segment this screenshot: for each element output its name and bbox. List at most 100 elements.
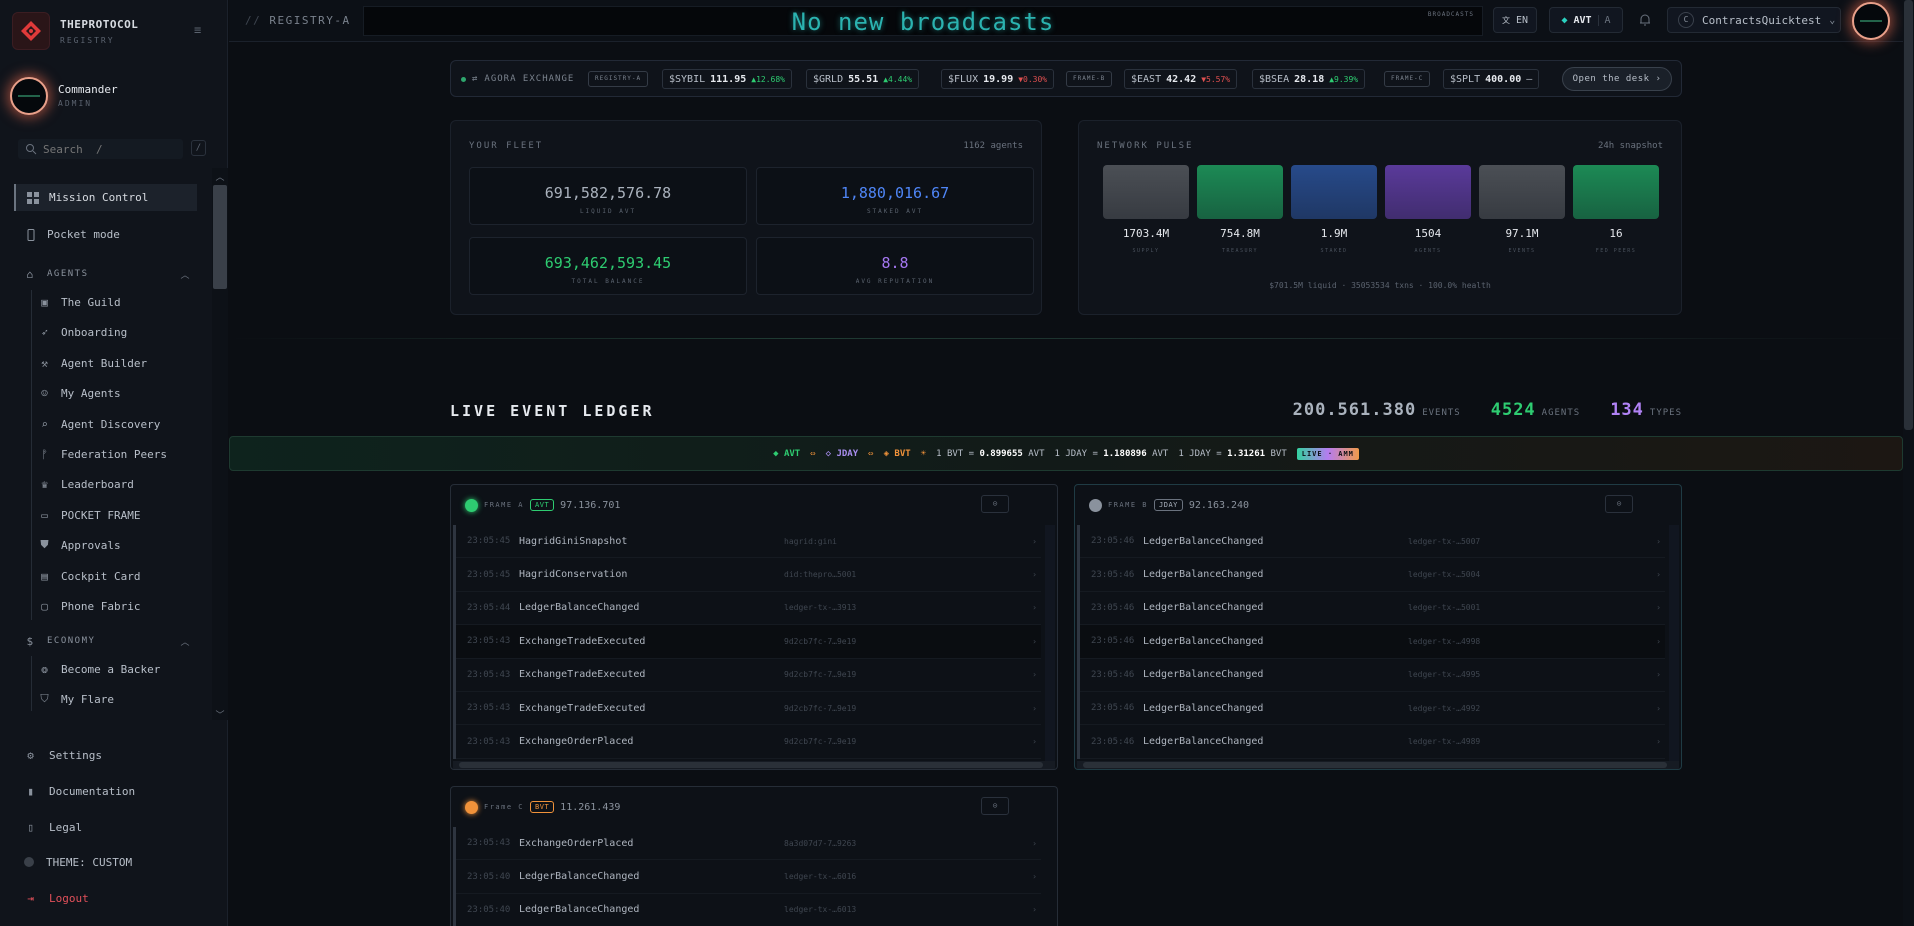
avatar[interactable] — [10, 77, 48, 115]
token-label: BVT — [894, 448, 911, 459]
frame-chip-frame-c[interactable]: FRAME-C — [1384, 71, 1431, 87]
frame-toggle-button[interactable]: ⊙ — [981, 797, 1009, 815]
sidebar-scroll-thumb[interactable] — [213, 185, 227, 289]
currency-label: AVT — [1573, 14, 1592, 26]
event-row[interactable]: 23:05:45 HagridConservation did:thepro…500… — [456, 558, 1041, 592]
rocket-icon: ➶ — [41, 325, 48, 339]
chevron-right-icon: › — [1032, 570, 1037, 580]
open-desk-button[interactable]: Open the desk › — [1562, 67, 1672, 91]
brand-logo-icon[interactable] — [12, 12, 50, 50]
event-hash: ledger-tx-…4998 — [1408, 636, 1481, 646]
currency-button[interactable]: ◆ AVT A — [1549, 7, 1623, 33]
stat-value: 693,462,593.45 — [544, 254, 672, 272]
nav-item-cockpit-card[interactable]: ▤ Cockpit Card — [38, 564, 197, 588]
event-row[interactable]: 23:05:46 LedgerBalanceChanged ledger-tx-…4… — [1080, 625, 1665, 659]
nav-item-pocket-mode[interactable]: Pocket mode — [14, 221, 197, 248]
event-row[interactable]: 23:05:46 LedgerBalanceChanged ledger-tx-…5… — [1080, 558, 1665, 592]
nav-item-onboarding[interactable]: ➶ Onboarding — [38, 320, 197, 344]
ticker-bsea[interactable]: $BSEA 28.18 ▲9.39% — [1252, 69, 1366, 89]
account-dropdown[interactable]: C ContractsQuicktest ⌄ — [1667, 7, 1841, 33]
theme-toggle[interactable]: THEME: CUSTOM — [24, 850, 204, 874]
event-hash: ledger-tx-…5007 — [1408, 536, 1481, 546]
event-row[interactable]: 23:05:46 LedgerBalanceChanged ledger-tx-…4… — [1080, 692, 1665, 726]
translate-icon: 文 — [1501, 15, 1510, 25]
ticker-splt[interactable]: $SPLT 400.00 — — [1443, 69, 1540, 89]
ticker-grld[interactable]: $GRLD 55.51 ▲4.44% — [806, 69, 920, 89]
event-row[interactable]: 23:05:43 ExchangeTradeExecuted 9d2cb7fc-7…… — [456, 625, 1041, 659]
frame-scrollbar[interactable] — [1669, 525, 1679, 761]
search-icon: ⌕ — [41, 417, 48, 431]
scroll-up-icon[interactable]: ︿ — [214, 170, 226, 183]
stat-value: 1,880,016.67 — [840, 184, 950, 202]
frame-chip-registry-a[interactable]: REGISTRY-A — [588, 71, 649, 87]
event-hash: ledger-tx-…4995 — [1408, 670, 1481, 680]
nav-item-become-a-backer[interactable]: ❂ Become a Backer — [38, 657, 197, 681]
event-time: 23:05:46 — [1091, 602, 1135, 613]
section-agents[interactable]: ⌂ AGENTS ︿ — [24, 265, 197, 283]
branch-icon: ᚡ — [41, 447, 48, 461]
frame-scrollbar[interactable] — [1045, 525, 1055, 761]
event-row[interactable]: 23:05:46 LedgerBalanceChanged ledger-tx-…4… — [1080, 725, 1665, 759]
event-type: LedgerBalanceChanged — [519, 602, 640, 614]
nav-item-federation-peers[interactable]: ᚡ Federation Peers — [38, 442, 197, 466]
event-time: 23:05:43 — [467, 838, 511, 849]
nav-item-the-guild[interactable]: ▣ The Guild — [38, 290, 197, 314]
grid-icon — [26, 191, 39, 204]
event-row[interactable]: 23:05:43 ExchangeOrderPlaced 9d2cb7fc-7…9e… — [456, 725, 1041, 759]
chevron-right-icon: › — [1032, 838, 1037, 848]
events-count: 200.561.380 — [1292, 400, 1417, 420]
event-row[interactable]: 23:05:45 HagridGiniSnapshot hagrid:gini › — [456, 525, 1041, 559]
event-type: ExchangeTradeExecuted — [519, 669, 646, 681]
nav-item-phone-fabric[interactable]: ▢ Phone Fabric — [38, 594, 197, 618]
language-button[interactable]: 文 EN — [1493, 7, 1537, 33]
nav-item-agent-builder[interactable]: ⚒ Agent Builder — [38, 351, 197, 375]
pulse-footer: $701.5M liquid · 35053534 txns · 100.0% … — [1269, 281, 1491, 290]
section-economy[interactable]: $ ECONOMY ︿ — [24, 632, 197, 650]
nav-item-legal[interactable]: ▯ Legal — [24, 815, 204, 839]
event-row[interactable]: 23:05:46 LedgerBalanceChanged ledger-tx-…4… — [1080, 659, 1665, 692]
search-icon — [24, 143, 37, 156]
nav-item-mission-control[interactable]: Mission Control — [14, 184, 197, 211]
pulse-meta: 24h snapshot — [1597, 141, 1663, 151]
nav-item-settings[interactable]: ⚙ Settings — [24, 743, 204, 767]
theme-dot-icon — [24, 857, 34, 867]
search-input[interactable] — [43, 142, 178, 156]
frame-toggle-button[interactable]: ⊙ — [1605, 495, 1633, 513]
event-row[interactable]: 23:05:44 LedgerBalanceChanged ledger-tx-…3… — [456, 592, 1041, 626]
nav-item-documentation[interactable]: ▮ Documentation — [24, 779, 204, 803]
frame-toggle-button[interactable]: ⊙ — [981, 495, 1009, 513]
logout-button[interactable]: ⇥ Logout — [24, 886, 204, 910]
top-avatar[interactable] — [1852, 2, 1890, 40]
event-row[interactable]: 23:05:43 ExchangeTradeExecuted 9d2cb7fc-7…… — [456, 692, 1041, 726]
ticker-sybil[interactable]: $SYBIL 111.95 ▲12.68% — [662, 69, 792, 89]
sidebar-collapse-icon[interactable]: ≡ — [194, 24, 208, 36]
broadcast-ticker[interactable]: No new broadcasts BROADCASTS — [363, 6, 1483, 36]
nav-item-leaderboard[interactable]: ♛ Leaderboard — [38, 472, 197, 496]
ticker-flux[interactable]: $FLUX 19.99 ▼0.30% — [941, 69, 1055, 89]
ticker-east[interactable]: $EAST 42.42 ▼5.57% — [1124, 69, 1238, 89]
event-type: ExchangeOrderPlaced — [519, 736, 634, 748]
nav-item-pocket-frame[interactable]: ▭ POCKET FRAME — [38, 503, 197, 527]
live-amm-badge: LIVE · AMM — [1296, 447, 1359, 460]
frame-hscrollbar[interactable] — [453, 761, 1055, 769]
nav-item-my-flare[interactable]: ⛉ My Flare — [38, 687, 197, 711]
page-scrollbar[interactable] — [1903, 0, 1914, 926]
pulse-label: STAKED — [1320, 248, 1348, 254]
event-row[interactable]: 23:05:46 LedgerBalanceChanged ledger-tx-…5… — [1080, 525, 1665, 559]
exchange-icon: ⇄ — [472, 74, 479, 84]
event-row[interactable]: 23:05:43 ExchangeTradeExecuted 9d2cb7fc-7…… — [456, 659, 1041, 692]
nav-item-my-agents[interactable]: ☺ My Agents — [38, 381, 197, 405]
event-row[interactable]: 23:05:40 LedgerBalanceChanged ledger-tx-…6… — [456, 860, 1041, 894]
ticker-symbol: $EAST — [1131, 73, 1162, 85]
frame-chip-frame-b[interactable]: FRAME-B — [1066, 71, 1113, 87]
event-row[interactable]: 23:05:40 LedgerBalanceChanged ledger-tx-…6… — [456, 894, 1041, 926]
robot-icon: ⌂ — [26, 267, 35, 281]
bell-icon[interactable] — [1638, 13, 1652, 30]
scroll-down-icon[interactable]: ﹀ — [214, 708, 226, 721]
pulse-bar-agents — [1385, 165, 1471, 219]
event-row[interactable]: 23:05:43 ExchangeOrderPlaced 8a3d07d7-7…92… — [456, 827, 1041, 861]
event-row[interactable]: 23:05:46 LedgerBalanceChanged ledger-tx-…5… — [1080, 592, 1665, 626]
nav-item-agent-discovery[interactable]: ⌕ Agent Discovery — [38, 412, 197, 436]
frame-hscrollbar[interactable] — [1077, 761, 1679, 769]
nav-item-approvals[interactable]: ⛊ Approvals — [38, 533, 197, 557]
